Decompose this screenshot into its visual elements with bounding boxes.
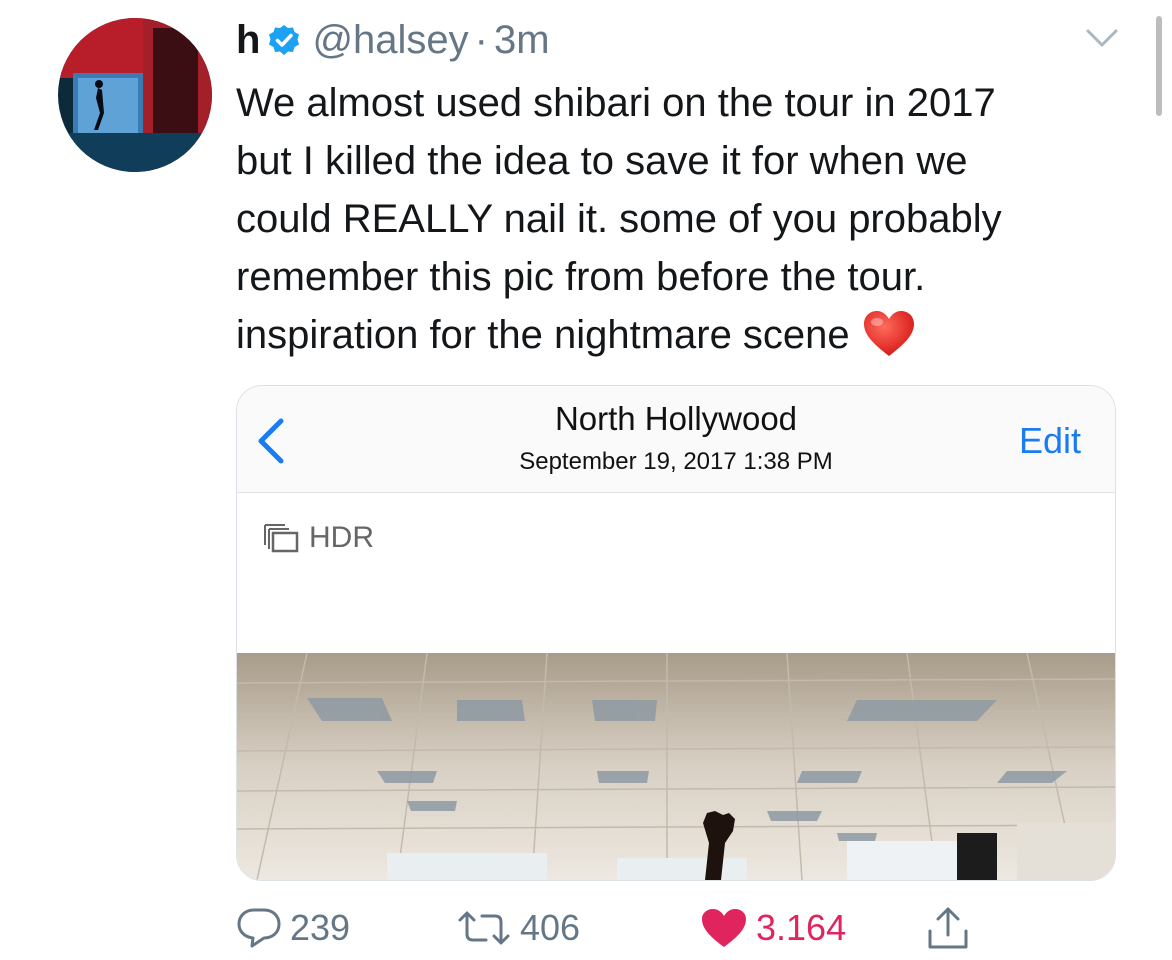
reply-count: 239 [290,907,351,948]
separator-dot: · [474,17,488,62]
photo-location-title: North Hollywood [554,400,798,437]
media-card[interactable]: North Hollywood September 19, 2017 1:38 … [236,385,1116,881]
hdr-icon [263,523,299,553]
avatar-image [58,18,212,172]
retweet-count: 406 [520,907,581,948]
hdr-indicator: HDR [263,520,374,556]
verified-badge-icon [268,24,300,56]
like-count: 3.164 [756,907,847,948]
tweet-actions: 239 406 3.164 [236,898,1136,958]
tweet-text-line: We almost used shibari on the tour in 20… [236,81,996,125]
chevron-down-icon[interactable] [1085,26,1119,50]
author-name[interactable]: h [236,18,260,63]
reply-bubble-icon [237,908,281,948]
share-icon [928,907,968,949]
scrollbar[interactable] [1156,16,1162,116]
avatar[interactable] [58,18,212,172]
retweet-icon [458,911,510,945]
tweet-text-line: remember this pic from before the tour. [236,255,926,299]
tweet-header: h @halsey · 3m [236,14,550,66]
tweet-text: We almost used shibari on the tour in 20… [236,74,1136,364]
hdr-label: HDR [309,521,374,554]
edit-button: Edit [1018,420,1081,461]
retweet-button[interactable]: 406 [456,898,580,958]
tweet-text-line-last: inspiration for the nightmare scene [236,306,1136,364]
tweet-text-line: inspiration for the nightmare scene [236,313,850,357]
share-button[interactable] [926,898,978,958]
tweet-timestamp[interactable]: 3m [494,18,550,63]
tweet-text-line: but I killed the idea to save it for whe… [236,139,968,183]
red-heart-emoji-icon [862,310,916,358]
like-button[interactable]: 3.164 [700,898,846,958]
photo-date-subtitle: September 19, 2017 1:38 PM [519,448,833,475]
reply-button[interactable]: 239 [236,898,350,958]
embedded-photo [237,652,1115,880]
author-handle[interactable]: @halsey [312,18,468,63]
heart-icon [702,909,746,947]
tweet-text-line: could REALLY nail it. some of you probab… [236,197,1002,241]
photos-nav-bar: North Hollywood September 19, 2017 1:38 … [237,386,1115,493]
